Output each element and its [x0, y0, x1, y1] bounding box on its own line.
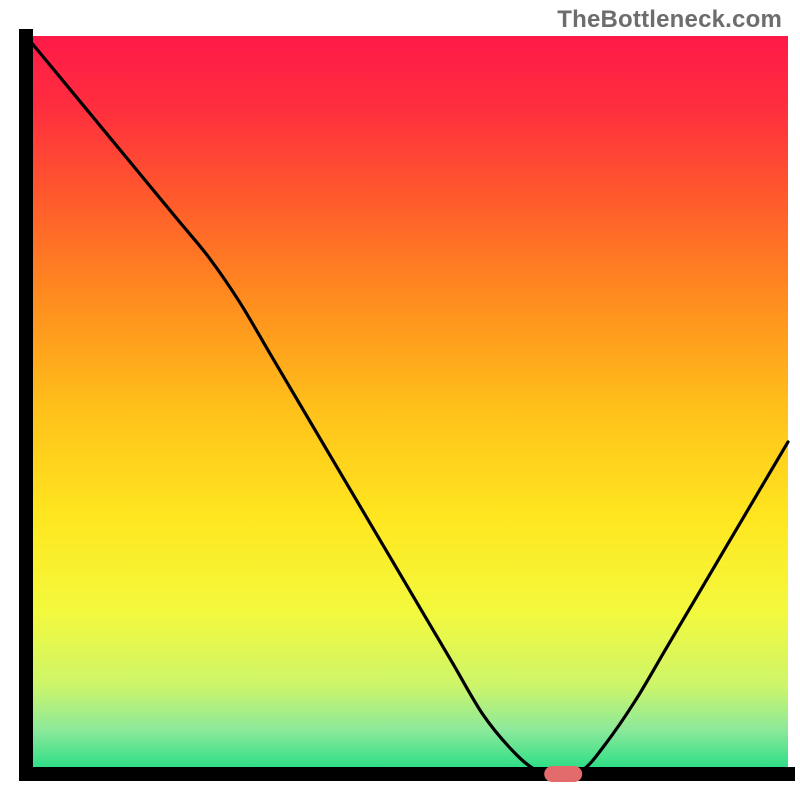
sweet-spot-marker: [544, 766, 582, 782]
plot-gradient-background: [26, 36, 788, 774]
bottleneck-chart: [0, 0, 800, 800]
chart-container: { "watermark": "TheBottleneck.com", "cha…: [0, 0, 800, 800]
